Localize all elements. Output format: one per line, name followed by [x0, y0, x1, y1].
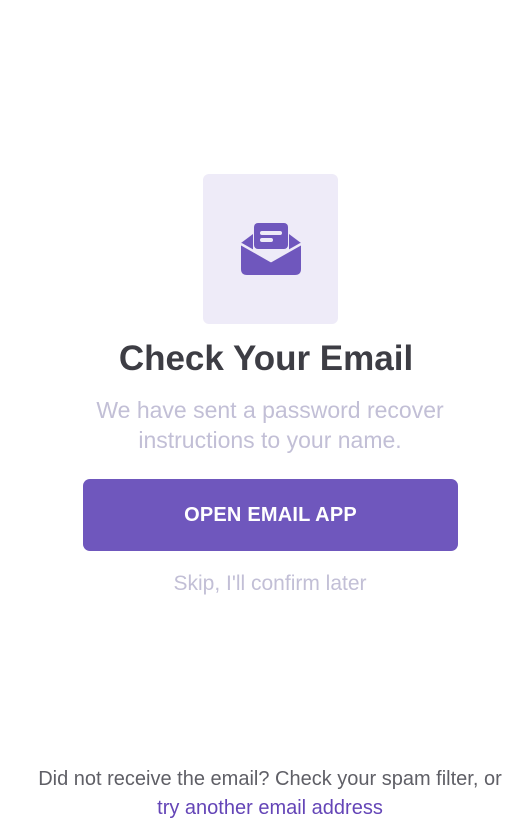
spam-filter-hint: Did not receive the email? Check your sp… — [38, 768, 502, 790]
email-icon-tile — [203, 174, 338, 324]
skip-confirm-link[interactable]: Skip, I'll confirm later — [0, 570, 532, 598]
page-title: Check Your Email — [118, 339, 414, 378]
open-envelope-icon — [239, 223, 302, 275]
open-email-app-button[interactable]: OPEN EMAIL APP — [83, 479, 458, 551]
try-another-email-link[interactable]: try another email address — [0, 794, 532, 823]
resend-help-footer: Did not receive the email? Check your sp… — [0, 765, 532, 823]
instructions-text: We have sent a password recover instruct… — [96, 397, 444, 453]
